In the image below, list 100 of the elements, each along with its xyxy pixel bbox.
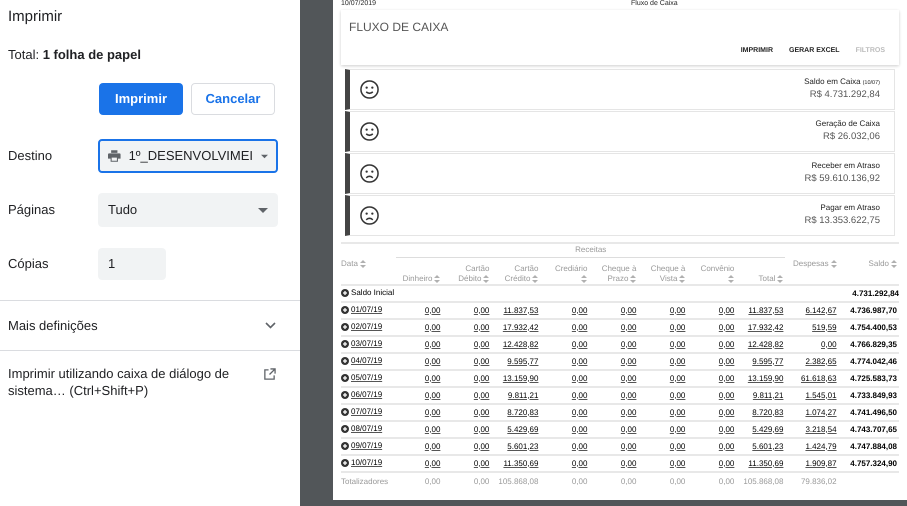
amount-link[interactable]: 0,00 — [670, 340, 686, 348]
amount-link[interactable]: 0,00 — [572, 424, 588, 434]
amount-link[interactable]: 6.142,67 — [805, 306, 837, 314]
expand-plus-icon[interactable] — [341, 340, 349, 348]
amount-link[interactable]: 0,00 — [474, 424, 490, 434]
amount-link[interactable]: 0,00 — [474, 390, 490, 400]
amount-link[interactable]: 5.601,23 — [752, 442, 784, 450]
amount-link[interactable]: 17.932,42 — [502, 322, 538, 332]
date-link[interactable]: 08/07/19 — [351, 422, 382, 434]
amount-link[interactable]: 0,00 — [424, 306, 440, 314]
amount-link[interactable]: 9.811,21 — [752, 390, 784, 400]
expand-plus-icon[interactable] — [341, 322, 349, 330]
amount-link[interactable]: 0,00 — [620, 340, 636, 348]
amount-link[interactable]: 0,00 — [424, 458, 440, 468]
amount-link[interactable]: 0,00 — [474, 408, 490, 416]
amount-link[interactable]: 0,00 — [620, 356, 636, 366]
amount-link[interactable]: 0,00 — [718, 322, 734, 332]
amount-link[interactable]: 0,00 — [620, 322, 636, 332]
amount-link[interactable]: 0,00 — [424, 390, 440, 400]
amount-link[interactable]: 0,00 — [670, 442, 686, 450]
amount-link[interactable]: 0,00 — [424, 408, 440, 416]
amount-link[interactable]: 1.074,27 — [805, 408, 837, 416]
amount-link[interactable]: 11.350,69 — [503, 458, 538, 468]
amount-link[interactable]: 0,00 — [424, 322, 440, 332]
amount-link[interactable]: 1.424,79 — [805, 442, 837, 450]
amount-link[interactable]: 5.601,23 — [507, 442, 538, 450]
amount-link[interactable]: 519,59 — [812, 322, 837, 332]
amount-link[interactable]: 0,00 — [670, 306, 686, 314]
date-link[interactable]: 02/07/19 — [351, 320, 382, 332]
expand-plus-icon[interactable] — [341, 424, 349, 432]
amount-link[interactable]: 9.595,77 — [507, 356, 538, 366]
expand-plus-icon[interactable] — [341, 288, 349, 296]
amount-link[interactable]: 3.218,54 — [805, 424, 837, 434]
expand-plus-icon[interactable] — [341, 374, 349, 382]
more-settings-toggle[interactable]: Mais definições — [0, 301, 300, 350]
amount-link[interactable]: 0,00 — [474, 306, 490, 314]
amount-link[interactable]: 0,00 — [670, 458, 686, 468]
date-link[interactable]: 05/07/19 — [351, 372, 382, 384]
amount-link[interactable]: 0,00 — [821, 340, 837, 348]
print-button[interactable]: Imprimir — [98, 83, 183, 115]
expand-plus-icon[interactable] — [341, 408, 349, 416]
amount-link[interactable]: 17.932,42 — [748, 322, 784, 332]
amount-link[interactable]: 0,00 — [572, 356, 588, 366]
amount-link[interactable]: 0,00 — [620, 458, 636, 468]
amount-link[interactable]: 0,00 — [474, 340, 490, 348]
destination-select[interactable]: 1º_DESENVOLVIMEI — [98, 139, 278, 173]
amount-link[interactable]: 0,00 — [718, 340, 734, 348]
amount-link[interactable]: 0,00 — [718, 408, 734, 416]
amount-link[interactable]: 0,00 — [620, 374, 636, 382]
amount-link[interactable]: 0,00 — [670, 356, 686, 366]
amount-link[interactable]: 0,00 — [620, 408, 636, 416]
amount-link[interactable]: 0,00 — [572, 306, 588, 314]
amount-link[interactable]: 0,00 — [572, 442, 588, 450]
date-link[interactable]: 07/07/19 — [351, 406, 382, 418]
amount-link[interactable]: 13.159,90 — [748, 374, 784, 382]
amount-link[interactable]: 0,00 — [718, 390, 734, 400]
amount-link[interactable]: 0,00 — [424, 424, 440, 434]
amount-link[interactable]: 9.595,77 — [752, 356, 784, 366]
amount-link[interactable]: 11.837,53 — [748, 306, 784, 314]
amount-link[interactable]: 0,00 — [474, 322, 490, 332]
amount-link[interactable]: 0,00 — [620, 442, 636, 450]
amount-link[interactable]: 0,00 — [620, 306, 636, 314]
date-link[interactable]: 01/07/19 — [351, 304, 382, 316]
date-link[interactable]: 10/07/19 — [351, 456, 382, 468]
amount-link[interactable]: 0,00 — [670, 374, 686, 382]
cancel-button[interactable]: Cancelar — [191, 83, 275, 115]
amount-link[interactable]: 0,00 — [718, 424, 734, 434]
amount-link[interactable]: 0,00 — [474, 374, 490, 382]
amount-link[interactable]: 13.159,90 — [502, 374, 538, 382]
pages-select[interactable]: Tudo — [98, 193, 278, 227]
expand-plus-icon[interactable] — [341, 442, 349, 450]
amount-link[interactable]: 0,00 — [474, 442, 490, 450]
amount-link[interactable]: 0,00 — [424, 356, 440, 366]
date-link[interactable]: 09/07/19 — [351, 440, 382, 452]
amount-link[interactable]: 0,00 — [620, 390, 636, 400]
amount-link[interactable]: 12.428,82 — [502, 340, 538, 348]
amount-link[interactable]: 0,00 — [572, 374, 588, 382]
expand-plus-icon[interactable] — [341, 306, 349, 314]
amount-link[interactable]: 8.720,83 — [507, 408, 538, 416]
opening-balance-label[interactable]: Saldo Inicial — [341, 286, 394, 298]
amount-link[interactable]: 0,00 — [620, 424, 636, 434]
date-link[interactable]: 06/07/19 — [351, 388, 382, 400]
date-link[interactable]: 04/07/19 — [351, 354, 382, 366]
amount-link[interactable]: 0,00 — [424, 442, 440, 450]
amount-link[interactable]: 11.350,69 — [748, 458, 784, 468]
system-dialog-link[interactable]: Imprimir utilizando caixa de diálogo de sistema… (Ctrl+Shift+P) — [8, 365, 248, 399]
amount-link[interactable]: 0,00 — [474, 458, 490, 468]
amount-link[interactable]: 9.811,21 — [508, 390, 538, 400]
amount-link[interactable]: 0,00 — [670, 424, 686, 434]
expand-plus-icon[interactable] — [341, 356, 349, 364]
amount-link[interactable]: 5.429,69 — [752, 424, 784, 434]
amount-link[interactable]: 0,00 — [718, 356, 734, 366]
amount-link[interactable]: 61.618,63 — [800, 374, 837, 382]
amount-link[interactable]: 0,00 — [424, 374, 440, 382]
amount-link[interactable]: 0,00 — [670, 408, 686, 416]
expand-plus-icon[interactable] — [341, 390, 349, 398]
amount-link[interactable]: 0,00 — [718, 374, 734, 382]
amount-link[interactable]: 0,00 — [572, 408, 588, 416]
amount-link[interactable]: 0,00 — [572, 390, 588, 400]
amount-link[interactable]: 0,00 — [718, 442, 734, 450]
